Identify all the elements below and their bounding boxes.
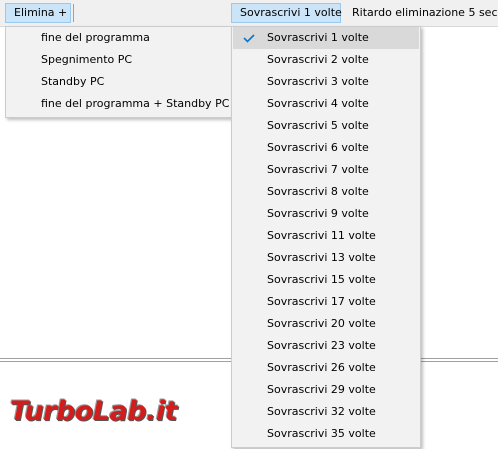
menu-item-label: fine del programma + Standby PC	[41, 97, 230, 110]
menu-item-sovrascrivi-13[interactable]: Sovrascrivi 13 volte	[233, 247, 419, 269]
elimina-menu-button[interactable]: Elimina +	[5, 3, 71, 23]
menu-item-label: Sovrascrivi 2 volte	[267, 53, 369, 66]
menu-item-label: Sovrascrivi 32 volte	[267, 405, 376, 418]
menu-item-label: Sovrascrivi 1 volte	[267, 31, 369, 44]
menu-item-sovrascrivi-9[interactable]: Sovrascrivi 9 volte	[233, 203, 419, 225]
elimina-dropdown: fine del programma Spegnimento PC Standb…	[5, 26, 232, 118]
menu-item-label: Sovrascrivi 29 volte	[267, 383, 376, 396]
menu-item-fine-programma-standby[interactable]: fine del programma + Standby PC	[7, 93, 230, 115]
menu-item-fine-programma[interactable]: fine del programma	[7, 27, 230, 49]
menu-item-sovrascrivi-5[interactable]: Sovrascrivi 5 volte	[233, 115, 419, 137]
menu-item-sovrascrivi-6[interactable]: Sovrascrivi 6 volte	[233, 137, 419, 159]
menu-item-label: Sovrascrivi 26 volte	[267, 361, 376, 374]
menu-item-sovrascrivi-11[interactable]: Sovrascrivi 11 volte	[233, 225, 419, 247]
menu-item-label: Sovrascrivi 6 volte	[267, 141, 369, 154]
menu-item-label: Sovrascrivi 35 volte	[267, 427, 376, 440]
sovrascrivi-dropdown: Sovrascrivi 1 volte Sovrascrivi 2 volte …	[231, 26, 421, 448]
menu-item-sovrascrivi-23[interactable]: Sovrascrivi 23 volte	[233, 335, 419, 357]
menu-item-sovrascrivi-20[interactable]: Sovrascrivi 20 volte	[233, 313, 419, 335]
menu-item-sovrascrivi-17[interactable]: Sovrascrivi 17 volte	[233, 291, 419, 313]
menu-item-label: Sovrascrivi 17 volte	[267, 295, 376, 308]
menu-item-sovrascrivi-32[interactable]: Sovrascrivi 32 volte	[233, 401, 419, 423]
menu-item-sovrascrivi-2[interactable]: Sovrascrivi 2 volte	[233, 49, 419, 71]
menu-item-spegnimento-pc[interactable]: Spegnimento PC	[7, 49, 230, 71]
menu-item-sovrascrivi-15[interactable]: Sovrascrivi 15 volte	[233, 269, 419, 291]
menu-separator	[73, 4, 74, 22]
ritardo-eliminazione-button[interactable]: Ritardo eliminazione 5 sec	[348, 3, 498, 23]
menu-item-label: Standby PC	[41, 75, 105, 88]
menu-item-sovrascrivi-8[interactable]: Sovrascrivi 8 volte	[233, 181, 419, 203]
checkmark-icon	[242, 27, 256, 49]
menu-item-label: Sovrascrivi 13 volte	[267, 251, 376, 264]
menu-item-label: Sovrascrivi 9 volte	[267, 207, 369, 220]
menu-item-label: Sovrascrivi 8 volte	[267, 185, 369, 198]
menu-item-sovrascrivi-29[interactable]: Sovrascrivi 29 volte	[233, 379, 419, 401]
menu-item-sovrascrivi-35[interactable]: Sovrascrivi 35 volte	[233, 423, 419, 445]
menu-item-label: Sovrascrivi 15 volte	[267, 273, 376, 286]
menu-item-label: Sovrascrivi 5 volte	[267, 119, 369, 132]
menu-item-label: fine del programma	[41, 31, 150, 44]
menu-item-sovrascrivi-3[interactable]: Sovrascrivi 3 volte	[233, 71, 419, 93]
menu-item-standby-pc[interactable]: Standby PC	[7, 71, 230, 93]
menu-item-label: Spegnimento PC	[41, 53, 133, 66]
menu-item-sovrascrivi-7[interactable]: Sovrascrivi 7 volte	[233, 159, 419, 181]
menu-bar: Elimina + Sovrascrivi 1 volte Ritardo el…	[0, 0, 498, 27]
menu-item-label: Sovrascrivi 11 volte	[267, 229, 376, 242]
menu-item-sovrascrivi-26[interactable]: Sovrascrivi 26 volte	[233, 357, 419, 379]
menu-item-label: Sovrascrivi 7 volte	[267, 163, 369, 176]
menu-item-label: Sovrascrivi 3 volte	[267, 75, 369, 88]
logo-text: TurboLab.it	[10, 396, 178, 427]
menu-item-sovrascrivi-4[interactable]: Sovrascrivi 4 volte	[233, 93, 419, 115]
sovrascrivi-menu-button[interactable]: Sovrascrivi 1 volte	[231, 3, 342, 23]
menu-item-sovrascrivi-1[interactable]: Sovrascrivi 1 volte	[233, 27, 419, 49]
menu-item-label: Sovrascrivi 23 volte	[267, 339, 376, 352]
menu-item-label: Sovrascrivi 20 volte	[267, 317, 376, 330]
menu-item-label: Sovrascrivi 4 volte	[267, 97, 369, 110]
